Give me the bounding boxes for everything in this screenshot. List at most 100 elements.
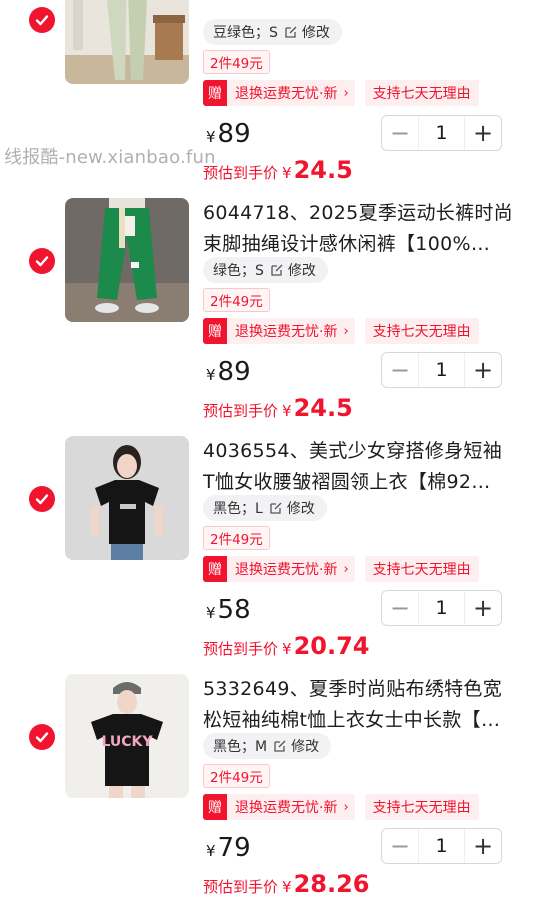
promo-tag: 2件49元 bbox=[203, 526, 270, 550]
product-thumbnail[interactable] bbox=[65, 436, 189, 560]
service-tags: 赠 退换运费无忧·新 › 支持七天无理由 bbox=[203, 556, 479, 582]
sku-selector[interactable]: 黑色；L 修改 bbox=[203, 495, 327, 521]
estimated-price: 预估到手价 ¥ 24.5 bbox=[203, 394, 353, 422]
product-title-line: 4036554、美式少女穿搭修身短袖 bbox=[203, 440, 503, 462]
chevron-right-icon: › bbox=[343, 85, 349, 101]
currency-symbol: ¥ bbox=[206, 842, 216, 860]
item-price: ¥ 89 bbox=[206, 357, 251, 387]
sku-selector[interactable]: 绿色；S 修改 bbox=[203, 257, 328, 283]
quantity-stepper: − 1 + bbox=[381, 590, 502, 626]
product-title-line: 5332649、夏季时尚贴布绣特色宽 bbox=[203, 678, 503, 700]
sku-text: 豆绿色；S bbox=[213, 25, 278, 41]
quantity-input[interactable]: 1 bbox=[418, 591, 465, 625]
cart-item: 6044718、2025夏季运动长裤时尚 束脚抽绳设计感休闲裤【100%… 绿色… bbox=[0, 198, 540, 436]
chevron-right-icon: › bbox=[343, 799, 349, 815]
green-jogger-photo-icon bbox=[65, 198, 189, 322]
quantity-stepper: − 1 + bbox=[381, 828, 502, 864]
price-value: 58 bbox=[217, 595, 251, 625]
quantity-stepper: − 1 + bbox=[381, 352, 502, 388]
estimate-value: 24.5 bbox=[293, 394, 353, 422]
sku-selector[interactable]: 黑色；M 修改 bbox=[203, 733, 332, 759]
freight-insurance-tag[interactable]: 赠 退换运费无忧·新 › bbox=[203, 556, 355, 582]
estimated-price: 预估到手价 ¥ 20.74 bbox=[203, 632, 369, 660]
gift-badge: 赠 bbox=[203, 556, 227, 582]
freight-insurance-tag[interactable]: 赠 退换运费无忧·新 › bbox=[203, 794, 355, 820]
edit-icon bbox=[271, 264, 283, 276]
product-title-line: 松短袖纯棉t恤上衣女士中长款【… bbox=[203, 709, 501, 731]
sku-edit-label: 修改 bbox=[301, 25, 330, 41]
estimate-label: 预估到手价 bbox=[203, 402, 279, 420]
product-title[interactable]: 5332649、夏季时尚贴布绣特色宽 松短袖纯棉t恤上衣女士中长款【… bbox=[203, 674, 515, 736]
currency-symbol: ¥ bbox=[282, 878, 292, 896]
edit-icon bbox=[285, 26, 297, 38]
watermark-text: 线报酷-new.xianbao.fun bbox=[4, 147, 216, 168]
freight-insurance-tag[interactable]: 赠 退换运费无忧·新 › bbox=[203, 80, 355, 106]
gift-badge: 赠 bbox=[203, 318, 227, 344]
currency-symbol: ¥ bbox=[282, 402, 292, 420]
product-title[interactable]: 4036554、美式少女穿搭修身短袖 T恤女收腰皱褶圆领上衣【棉92… bbox=[203, 436, 515, 498]
decrease-quantity-button[interactable]: − bbox=[382, 829, 418, 863]
item-select-checkbox[interactable] bbox=[29, 486, 55, 512]
gift-badge: 赠 bbox=[203, 80, 227, 106]
quantity-input[interactable]: 1 bbox=[418, 116, 465, 150]
price-value: 89 bbox=[217, 357, 251, 387]
freight-insurance-label: 退换运费无忧·新 bbox=[235, 800, 338, 816]
checkmark-icon bbox=[35, 15, 49, 26]
service-tags: 赠 退换运费无忧·新 › 支持七天无理由 bbox=[203, 80, 479, 106]
currency-symbol: ¥ bbox=[206, 366, 216, 384]
promo-tag: 2件49元 bbox=[203, 288, 270, 312]
increase-quantity-button[interactable]: + bbox=[465, 591, 501, 625]
edit-icon bbox=[270, 502, 282, 514]
increase-quantity-button[interactable]: + bbox=[465, 829, 501, 863]
product-thumbnail[interactable]: LUCKY bbox=[65, 674, 189, 798]
product-title[interactable]: 6044718、2025夏季运动长裤时尚 束脚抽绳设计感休闲裤【100%… bbox=[203, 198, 515, 260]
increase-quantity-button[interactable]: + bbox=[465, 353, 501, 387]
product-title-line: 6044718、2025夏季运动长裤时尚 bbox=[203, 202, 513, 224]
checkmark-icon bbox=[35, 494, 49, 505]
item-select-checkbox[interactable] bbox=[29, 248, 55, 274]
item-select-checkbox[interactable] bbox=[29, 724, 55, 750]
decrease-quantity-button[interactable]: − bbox=[382, 116, 418, 150]
sku-text: 黑色；M bbox=[213, 739, 268, 755]
product-title-line: T恤女收腰皱褶圆领上衣【棉92… bbox=[203, 471, 491, 493]
price-value: 89 bbox=[217, 119, 251, 149]
estimate-label: 预估到手价 bbox=[203, 640, 279, 658]
estimate-label: 预估到手价 bbox=[203, 878, 279, 896]
sku-selector[interactable]: 豆绿色；S 修改 bbox=[203, 19, 342, 45]
quantity-input[interactable]: 1 bbox=[418, 353, 465, 387]
svg-text:LUCKY: LUCKY bbox=[101, 734, 153, 750]
edit-icon bbox=[274, 740, 286, 752]
seven-day-refund-tag: 支持七天无理由 bbox=[364, 318, 479, 344]
quantity-stepper: − 1 + bbox=[381, 115, 502, 151]
quantity-input[interactable]: 1 bbox=[418, 829, 465, 863]
item-price: ¥ 79 bbox=[206, 833, 251, 863]
freight-insurance-label: 退换运费无忧·新 bbox=[235, 86, 338, 102]
freight-insurance-label: 退换运费无忧·新 bbox=[235, 562, 338, 578]
increase-quantity-button[interactable]: + bbox=[465, 116, 501, 150]
chevron-right-icon: › bbox=[343, 323, 349, 339]
estimate-value: 24.5 bbox=[293, 156, 353, 184]
sku-edit-label: 修改 bbox=[286, 501, 315, 517]
product-thumbnail[interactable] bbox=[65, 198, 189, 322]
estimated-price: 预估到手价 ¥ 24.5 bbox=[203, 156, 353, 184]
sku-edit-label: 修改 bbox=[287, 263, 316, 279]
promo-tag: 2件49元 bbox=[203, 764, 270, 788]
gift-badge: 赠 bbox=[203, 794, 227, 820]
decrease-quantity-button[interactable]: − bbox=[382, 591, 418, 625]
estimate-value: 28.26 bbox=[293, 870, 370, 898]
price-value: 79 bbox=[217, 833, 251, 863]
cart-item: 4036554、美式少女穿搭修身短袖 T恤女收腰皱褶圆领上衣【棉92… 黑色；L… bbox=[0, 436, 540, 674]
chevron-right-icon: › bbox=[343, 561, 349, 577]
decrease-quantity-button[interactable]: − bbox=[382, 353, 418, 387]
cart-item: 豆绿色；S 修改 2件49元 赠 退换运费无忧·新 › 支持七天无理由 ¥ 89… bbox=[0, 0, 540, 184]
service-tags: 赠 退换运费无忧·新 › 支持七天无理由 bbox=[203, 318, 479, 344]
freight-insurance-label: 退换运费无忧·新 bbox=[235, 324, 338, 340]
freight-insurance-tag[interactable]: 赠 退换运费无忧·新 › bbox=[203, 318, 355, 344]
cart-item: LUCKY 5332649、夏季时尚贴布绣特色宽 松短袖纯棉t恤上衣女士中长款【… bbox=[0, 674, 540, 908]
product-thumbnail[interactable] bbox=[65, 0, 189, 84]
item-price: ¥ 58 bbox=[206, 595, 251, 625]
item-select-checkbox[interactable] bbox=[29, 7, 55, 33]
service-tags: 赠 退换运费无忧·新 › 支持七天无理由 bbox=[203, 794, 479, 820]
sku-text: 黑色；L bbox=[213, 501, 263, 517]
product-title-line: 束脚抽绳设计感休闲裤【100%… bbox=[203, 233, 491, 255]
